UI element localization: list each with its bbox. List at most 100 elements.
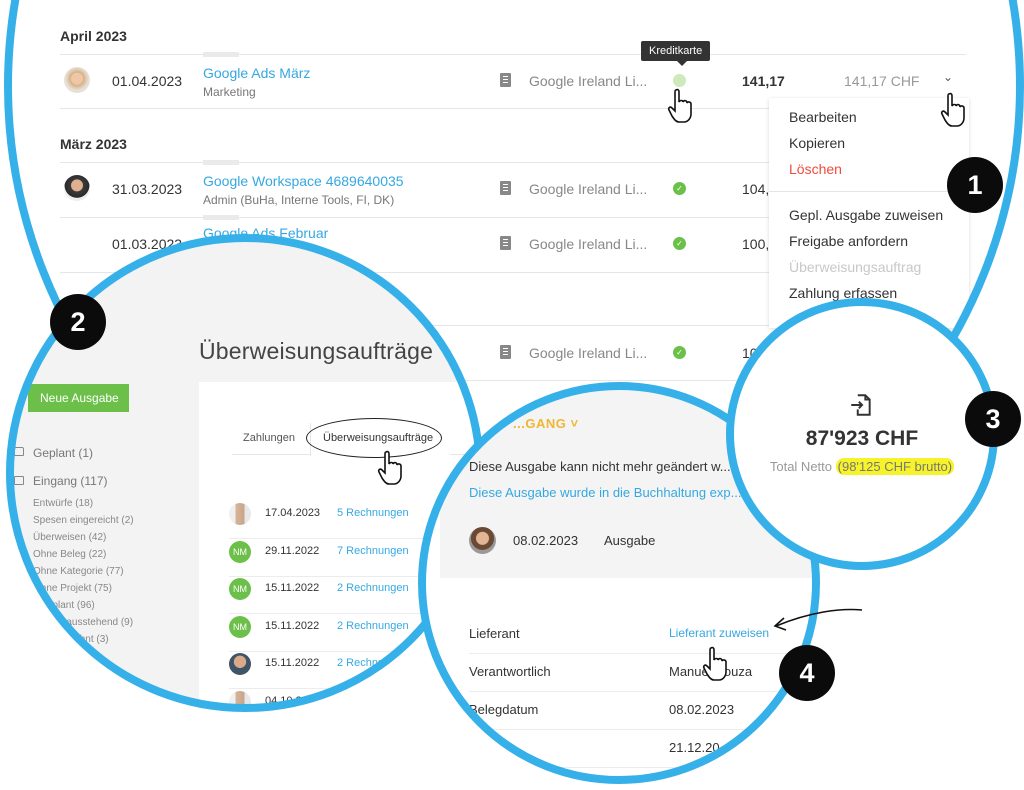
receipt-icon[interactable] <box>500 181 511 195</box>
menu-item-copy[interactable]: Kopieren <box>789 135 845 151</box>
total-gross-highlight: (98'125 CHF brutto) <box>835 458 955 475</box>
order-date: 04.10.2022 <box>265 695 321 707</box>
nav-subitem[interactable]: ...geplant (96) <box>33 600 95 611</box>
nav-subitem[interactable]: Ohne Beleg (22) <box>33 549 106 560</box>
hand-cursor-icon <box>940 92 965 127</box>
avatar <box>64 175 90 201</box>
order-date: 29.11.2022 <box>265 545 320 557</box>
expense-title-link[interactable]: Google Ads März <box>203 65 310 81</box>
field-label: Belegdatum <box>469 702 539 717</box>
invoices-link[interactable]: 7 Rechnungen <box>337 545 409 557</box>
expense-date: 08.02.2023 <box>513 533 579 548</box>
tooltip: Kreditkarte <box>641 41 711 66</box>
menu-item-delete[interactable]: Löschen <box>789 161 842 177</box>
nav-subitem[interactable]: ...gabe ausstehend (9) <box>33 617 133 628</box>
avatar <box>229 653 251 675</box>
receipt-icon[interactable] <box>500 345 511 359</box>
receipt-icon[interactable] <box>500 236 511 250</box>
menu-item-assign-planned[interactable]: Gepl. Ausgabe zuweisen <box>789 207 943 223</box>
avatar: NM <box>229 616 251 638</box>
order-date: 15.11.2022 <box>265 582 320 594</box>
total-label: Total Netto <box>769 459 833 474</box>
expense-amount: 141,17 <box>742 73 785 89</box>
field-date: ...m 21.12.20... <box>469 730 809 768</box>
check-circle-icon[interactable]: ✓ <box>673 237 686 250</box>
receipt-icon[interactable] <box>500 73 511 87</box>
field-value: 21.12.20... <box>669 740 731 755</box>
menu-item-request-approval[interactable]: Freigabe anfordern <box>789 233 908 249</box>
field-label: ...m <box>469 740 491 755</box>
step-badge-2: 2 <box>50 294 106 350</box>
exported-link[interactable]: Diese Ausgabe wurde in die Buchhaltung e… <box>469 485 741 500</box>
field-responsible: Verantwortlich Manuel Souza <box>469 654 809 692</box>
expense-date: 31.03.2023 <box>112 181 183 197</box>
expense-type: Ausgabe <box>604 533 656 548</box>
hand-cursor-icon <box>377 450 402 485</box>
hand-cursor-icon <box>702 646 727 681</box>
avatar <box>229 691 251 708</box>
field-value: 08.02.2023 <box>669 702 735 717</box>
file-import-icon <box>851 394 871 416</box>
new-expense-button[interactable]: Neue Ausgabe <box>28 384 129 412</box>
assign-supplier-link[interactable]: Lieferant zuweisen <box>669 626 769 640</box>
step-badge-4: 4 <box>779 645 835 701</box>
zoom-circle-total: 87'923 CHF Total Netto (98'125 CHF brutt… <box>730 302 994 566</box>
inbox-icon <box>14 476 24 485</box>
field-supplier: Lieferant Lieferant zuweisen <box>469 616 809 654</box>
avatar: NM <box>229 578 251 600</box>
list-item[interactable]: NM 15.11.2022 2 Rechnungen <box>229 615 429 652</box>
nav-subitem[interactable]: Entwürfe (18) <box>33 498 93 509</box>
list-item[interactable]: 04.10.2022 2 Re... <box>229 690 429 708</box>
nav-item-inbox[interactable]: Eingang (117) <box>33 474 108 488</box>
expense-category: Marketing <box>203 85 256 99</box>
check-circle-icon[interactable]: ✓ <box>673 182 686 195</box>
nav-subitem[interactable]: Ohne Projekt (75) <box>33 583 112 594</box>
list-item[interactable]: NM 29.11.2022 7 Rechnungen <box>229 540 429 577</box>
invoices-link[interactable]: 2 Rechnungen <box>337 620 409 632</box>
nav-subitem[interactable]: Spesen eingereicht (2) <box>33 515 134 526</box>
supplier-name: Google Ireland Li... <box>529 345 648 361</box>
hand-cursor-icon <box>667 88 692 123</box>
supplier-name: Google Ireland Li... <box>529 181 648 197</box>
invoices-link[interactable]: 2 Rechnungen <box>337 582 409 594</box>
expense-title-link[interactable]: Google Workspace 4689640035 <box>203 173 404 189</box>
tag-placeholder <box>203 52 239 57</box>
supplier-name: Google Ireland Li... <box>529 236 648 252</box>
invoices-link[interactable]: 5 Rechnungen <box>337 507 409 519</box>
payment-status-icon[interactable] <box>673 74 686 87</box>
expense-amount-chf: 141,17 CHF <box>844 73 920 89</box>
nav-item-planned[interactable]: Geplant (1) <box>33 446 93 460</box>
check-circle-icon[interactable]: ✓ <box>673 346 686 359</box>
nav-subitem[interactable]: ...e abgelehnt (3) <box>33 634 109 645</box>
arrow-annotation-icon <box>773 608 863 631</box>
nav-subitem[interactable]: Ohne Kategorie (77) <box>33 566 124 577</box>
menu-separator <box>769 191 969 192</box>
step-badge-3: 3 <box>965 391 1021 447</box>
tab-payments[interactable]: Zahlungen <box>243 432 295 444</box>
list-item[interactable]: 15.11.2022 2 Rechnungen <box>229 652 429 689</box>
list-item[interactable]: 17.04.2023 5 Rechnungen <box>229 502 429 539</box>
menu-item-transfer-order: Überweisungsauftrag <box>789 259 922 275</box>
order-date: 15.11.2022 <box>265 620 320 632</box>
supplier-name: Google Ireland Li... <box>529 73 648 89</box>
page-title: Überweisungsaufträge <box>199 338 434 364</box>
expense-date: 01.04.2023 <box>112 73 183 89</box>
menu-item-edit[interactable]: Bearbeiten <box>789 109 857 125</box>
nav-subitem[interactable]: Überweisen (42) <box>33 532 106 543</box>
status-dropdown[interactable]: ...GANG ˅ <box>513 416 579 431</box>
invoices-link[interactable]: 2 Re... <box>337 695 369 707</box>
avatar <box>469 527 496 554</box>
avatar <box>64 67 90 93</box>
chevron-down-icon[interactable]: ⌄ <box>943 70 953 84</box>
month-header: April 2023 <box>60 28 127 44</box>
tag-placeholder <box>203 160 239 165</box>
avatar <box>229 503 251 525</box>
menu-item-record-payment[interactable]: Zahlung erfassen <box>789 285 897 301</box>
avatar: NM <box>229 541 251 563</box>
field-receipt-date: Belegdatum 08.02.2023 <box>469 692 809 730</box>
month-header: März 2023 <box>60 136 127 152</box>
list-item[interactable]: NM 15.11.2022 2 Rechnungen <box>229 577 429 614</box>
tag-placeholder <box>203 215 239 220</box>
expense-amount: 104, <box>742 181 770 197</box>
invoices-link[interactable]: 2 Rechnungen <box>337 657 409 669</box>
